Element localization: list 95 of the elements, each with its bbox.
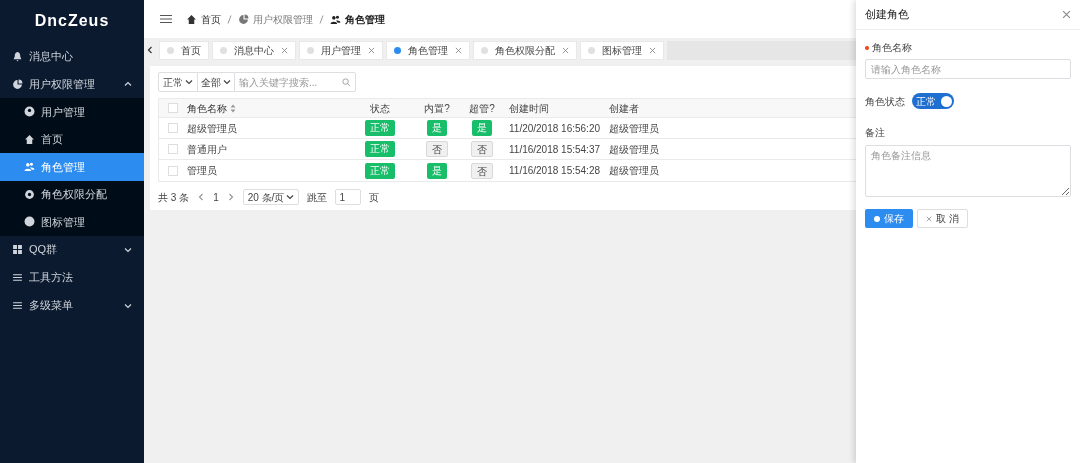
column-header: 状态 bbox=[369, 101, 391, 116]
table-cell-text: 超级管理员 bbox=[608, 121, 659, 136]
users-icon bbox=[24, 161, 35, 173]
note-field[interactable]: 角色备注信息 bbox=[865, 145, 1071, 197]
page-number[interactable]: 1 bbox=[213, 189, 219, 205]
tab[interactable]: 首页 bbox=[159, 40, 209, 60]
builtin-tag: 是 bbox=[427, 162, 447, 179]
search-field[interactable]: 输入关键字搜索... bbox=[234, 72, 356, 92]
tab[interactable]: 角色权限分配 bbox=[473, 40, 577, 60]
drawer-title: 创建角色 bbox=[865, 7, 909, 23]
tab[interactable]: 图标管理 bbox=[580, 40, 664, 60]
close-icon[interactable] bbox=[368, 46, 375, 54]
logo: DncZeus bbox=[33, 11, 111, 31]
sidebar-subitem[interactable]: 用户管理 bbox=[0, 98, 144, 126]
sidebar-item[interactable]: 用户权限管理 bbox=[0, 70, 144, 98]
next-page-button[interactable] bbox=[226, 193, 235, 201]
page-size-select[interactable]: 20 条/页 bbox=[242, 189, 300, 205]
sidebar-item[interactable]: 多级菜单 bbox=[0, 291, 144, 320]
home-icon bbox=[186, 13, 197, 25]
sidebar-item[interactable]: 工具方法 bbox=[0, 263, 144, 292]
field-label: 备注 bbox=[865, 126, 886, 140]
table-cell-text: 11/16/2018 15:54:28 bbox=[508, 164, 601, 178]
prev-page-button[interactable] bbox=[197, 193, 206, 201]
chevron-down-icon bbox=[223, 78, 231, 86]
superadmin-tag: 否 bbox=[471, 162, 493, 179]
pie-chart-icon bbox=[12, 78, 23, 90]
builtin-tag: 否 bbox=[426, 141, 448, 157]
chevron-right-icon bbox=[226, 193, 235, 201]
close-icon[interactable] bbox=[1062, 10, 1071, 19]
jump-field[interactable]: 1 bbox=[335, 189, 362, 205]
input-field[interactable]: 请输入角色名称 bbox=[865, 59, 1071, 79]
chevron-left-icon bbox=[146, 46, 154, 54]
status-tag: 正常 bbox=[365, 141, 395, 157]
table-cell-text: 11/16/2018 15:54:37 bbox=[508, 142, 601, 157]
chevron-down-icon bbox=[286, 193, 295, 201]
search-icon[interactable] bbox=[342, 77, 351, 87]
jump-label: 跳至 bbox=[307, 190, 328, 205]
sidebar-item[interactable]: QQ群 bbox=[0, 235, 144, 264]
sidebar-item[interactable]: 消息中心 bbox=[0, 42, 144, 70]
sort-icon[interactable] bbox=[230, 103, 236, 113]
menu-icon bbox=[12, 272, 23, 283]
status-tag: 正常 bbox=[365, 120, 395, 136]
grid-icon bbox=[12, 244, 23, 255]
sidebar-subitem[interactable]: 角色权限分配 bbox=[0, 180, 144, 208]
separator-icon bbox=[227, 14, 232, 24]
tab[interactable]: 角色管理 bbox=[386, 40, 470, 60]
status-filter[interactable]: 正常 bbox=[158, 72, 198, 92]
bell-icon bbox=[12, 50, 23, 62]
table-cell-text: 普通用户 bbox=[187, 142, 228, 157]
status-switch[interactable]: 正常 bbox=[912, 93, 954, 109]
column-header: 超管? bbox=[468, 101, 496, 116]
separator-icon bbox=[319, 14, 324, 24]
column-header[interactable]: 角色名称 bbox=[187, 100, 345, 116]
select-all-checkbox[interactable] bbox=[168, 103, 178, 113]
total-count: 共 3 条 bbox=[158, 190, 190, 205]
users-icon bbox=[330, 13, 341, 25]
menu-icon bbox=[12, 300, 23, 311]
column-header: 内置? bbox=[423, 101, 451, 116]
field-label: 角色名称 bbox=[872, 41, 912, 55]
close-icon[interactable] bbox=[562, 46, 569, 54]
home-icon bbox=[24, 133, 35, 145]
table-cell-text: 管理员 bbox=[187, 164, 218, 178]
type-filter[interactable]: 全部 bbox=[198, 72, 234, 92]
status-tag: 正常 bbox=[365, 162, 395, 179]
close-icon[interactable] bbox=[649, 46, 656, 54]
row-checkbox[interactable] bbox=[168, 165, 178, 176]
row-checkbox[interactable] bbox=[168, 144, 178, 154]
menu-icon[interactable] bbox=[160, 14, 172, 24]
builtin-tag: 是 bbox=[427, 120, 447, 136]
tab[interactable]: 用户管理 bbox=[299, 40, 383, 60]
field-label: 角色状态 bbox=[865, 94, 905, 109]
breadcrumb-item[interactable]: 用户权限管理 bbox=[238, 11, 313, 27]
breadcrumb-item[interactable]: 首页 bbox=[186, 11, 221, 27]
sidebar-subitem[interactable]: 首页 bbox=[0, 125, 144, 153]
superadmin-tag: 是 bbox=[472, 120, 492, 136]
table-cell-text: 超级管理员 bbox=[187, 121, 238, 136]
column-header: 创建者 bbox=[608, 101, 639, 116]
table-cell-text: 超级管理员 bbox=[608, 142, 659, 157]
tab[interactable]: 消息中心 bbox=[212, 40, 296, 60]
close-icon[interactable] bbox=[281, 46, 288, 54]
circle-icon bbox=[24, 216, 35, 228]
table-cell-text: 11/20/2018 16:56:20 bbox=[508, 121, 601, 136]
breadcrumb-item: 角色管理 bbox=[330, 11, 385, 27]
chevron-down-icon bbox=[185, 78, 193, 86]
close-icon bbox=[926, 215, 932, 222]
page-label: 页 bbox=[369, 190, 380, 205]
chevron-left-icon bbox=[197, 193, 206, 201]
table-cell-text: 超级管理员 bbox=[608, 164, 659, 178]
superadmin-tag: 否 bbox=[471, 141, 493, 157]
close-icon[interactable] bbox=[455, 46, 462, 54]
sidebar-subitem[interactable]: 图标管理 bbox=[0, 208, 144, 236]
cancel-button[interactable]: 取 消 bbox=[917, 209, 968, 228]
row-checkbox[interactable] bbox=[168, 123, 178, 133]
column-header: 创建时间 bbox=[508, 101, 550, 116]
pie-chart-icon bbox=[238, 13, 249, 25]
